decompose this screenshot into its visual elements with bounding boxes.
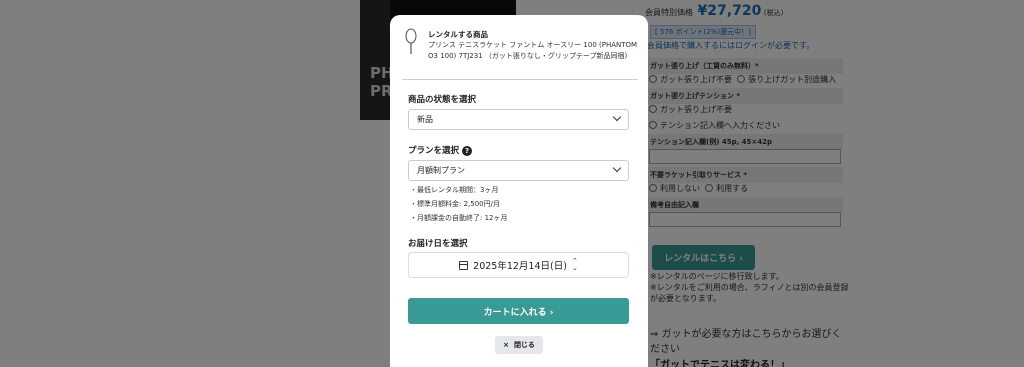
condition-value: 新品	[417, 115, 433, 124]
help-icon[interactable]: ?	[462, 146, 473, 156]
modal-product-name: プリンス テニスラケット ファントム オースリー 100 (PHANTOM O3…	[428, 41, 638, 60]
close-button-label: 閉じる	[513, 341, 535, 349]
chevron-down-icon	[612, 112, 622, 122]
calendar-icon	[459, 260, 469, 270]
plan-note: ・標準月額料金: 2,500円/月	[410, 200, 500, 208]
racket-icon	[405, 28, 417, 54]
modal-header: レンタルする商品 プリンス テニスラケット ファントム オースリー 100 (P…	[402, 25, 638, 80]
delivery-label: お届け日を選択	[408, 239, 468, 249]
modal-header-title: レンタルする商品	[428, 30, 488, 39]
chevron-down-icon	[612, 163, 622, 173]
plan-value: 月額制プラン	[417, 166, 465, 175]
close-button[interactable]: × 閉じる	[495, 336, 543, 354]
delivery-date-value: 2025年12月14日(日)	[473, 261, 567, 272]
condition-label: 商品の状態を選択	[408, 95, 477, 105]
plan-label-text: プランを選択	[408, 146, 460, 156]
delivery-date-picker[interactable]: 2025年12月14日(日) ⌃ ⌄	[408, 252, 629, 278]
plan-note: ・最低レンタル期間：3ヶ月	[410, 186, 499, 194]
plan-note: ・月額課金の自動終了: 12ヶ月	[410, 214, 508, 222]
plan-select[interactable]: 月額制プラン	[408, 160, 629, 181]
plan-label: プランを選択?	[408, 144, 473, 156]
rental-modal: レンタルする商品 プリンス テニスラケット ファントム オースリー 100 (P…	[390, 15, 648, 367]
condition-select[interactable]: 新品	[408, 109, 629, 130]
add-to-cart-button[interactable]: カートに入れる ›	[408, 298, 629, 324]
close-icon: ×	[503, 341, 509, 349]
updown-chevron-icon: ⌃ ⌄	[571, 257, 578, 272]
